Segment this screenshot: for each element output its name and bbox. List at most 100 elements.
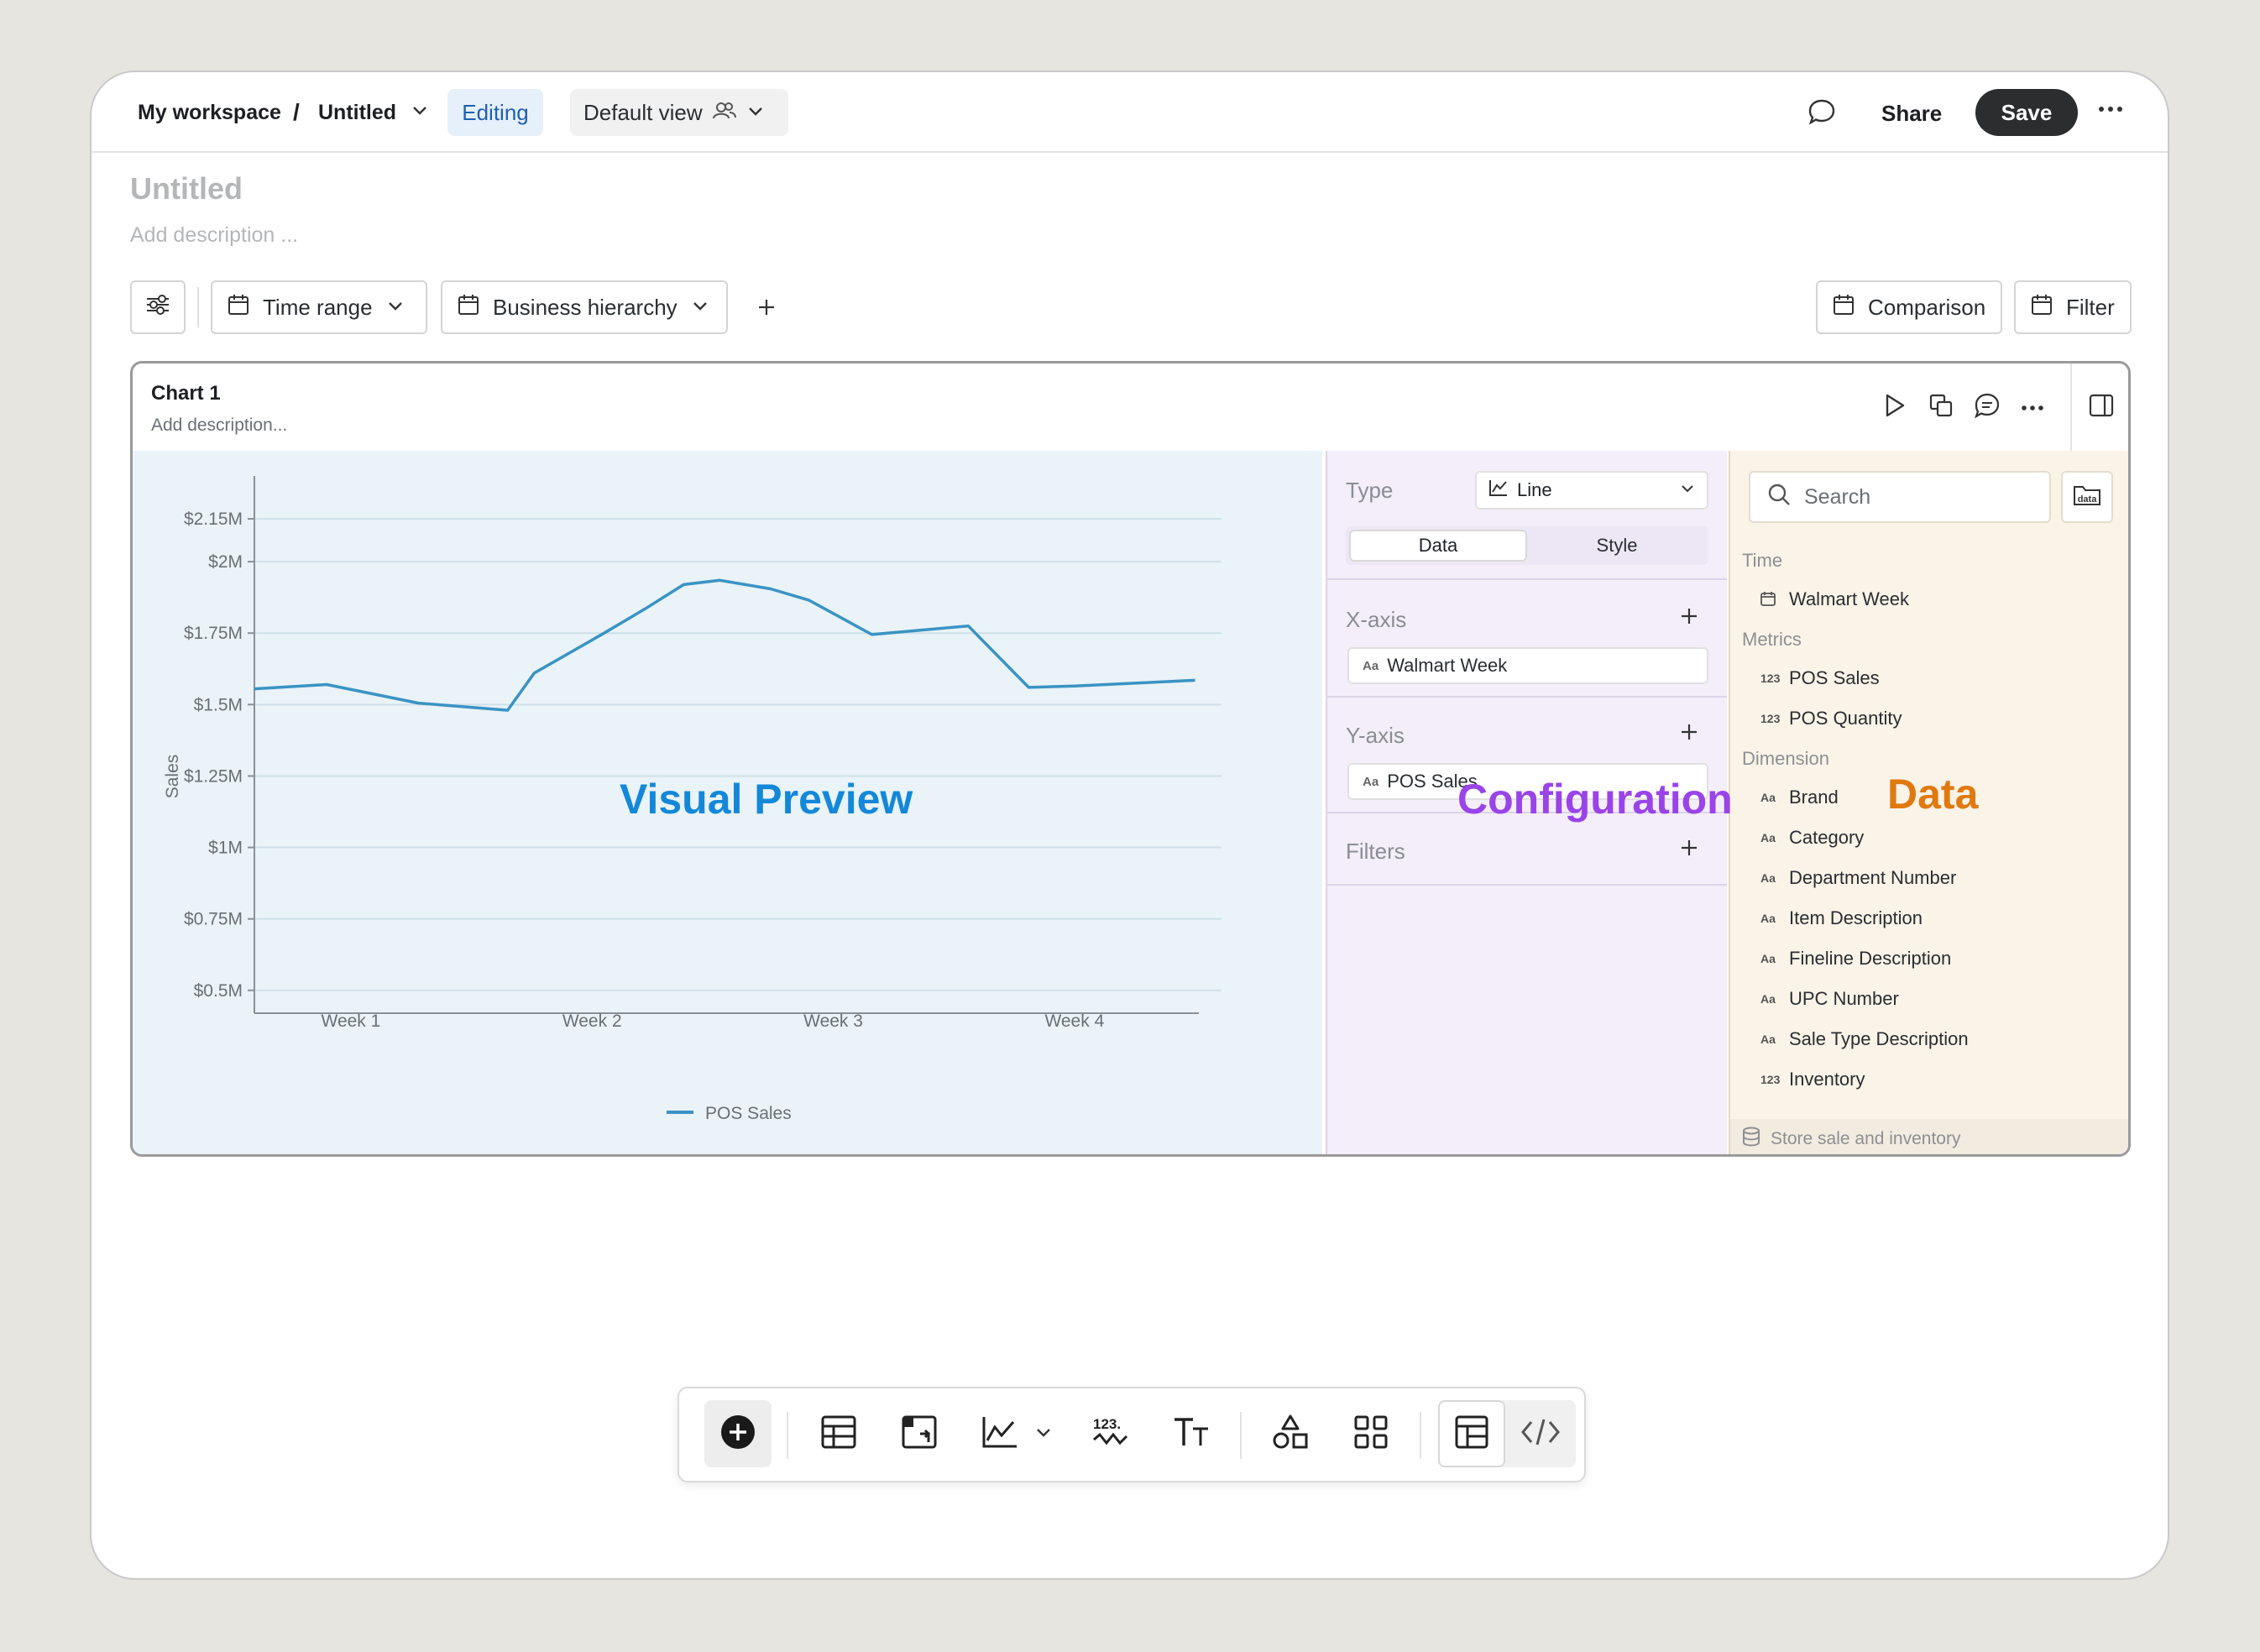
field-item[interactable]: Aa Category bbox=[1760, 827, 1864, 849]
filters-label: Filters bbox=[1346, 839, 1405, 864]
field-item[interactable]: 123 Inventory bbox=[1760, 1069, 1865, 1090]
chart-type-select[interactable]: Line bbox=[1475, 471, 1708, 510]
play-icon[interactable] bbox=[1884, 394, 1906, 421]
text-type-icon: Aa bbox=[1363, 658, 1379, 673]
search-placeholder: Search bbox=[1804, 484, 1871, 509]
text-type-icon: Aa bbox=[1760, 952, 1776, 965]
comparison-label: Comparison bbox=[1868, 294, 1986, 320]
line-chart-icon bbox=[981, 1415, 1018, 1453]
y-tick-label: $0.75M bbox=[184, 910, 243, 929]
table-icon bbox=[821, 1415, 856, 1453]
data-folder-icon: data bbox=[2073, 483, 2101, 512]
add-control-plus-icon[interactable] bbox=[756, 297, 777, 322]
breadcrumb-doc-title[interactable]: Untitled bbox=[318, 101, 396, 125]
search-field[interactable]: Search bbox=[1749, 471, 2051, 523]
data-source-footer[interactable]: Store sale and inventory bbox=[1730, 1119, 2128, 1154]
page-description[interactable]: Add description ... bbox=[130, 223, 298, 248]
table-button[interactable] bbox=[805, 1400, 872, 1467]
line-chart-button[interactable] bbox=[966, 1400, 1033, 1467]
add-filter-plus-icon[interactable] bbox=[1680, 839, 1698, 861]
breadcrumb-separator: / bbox=[293, 99, 300, 125]
chevron-down-icon[interactable] bbox=[411, 101, 429, 123]
shapes-button[interactable] bbox=[1257, 1400, 1324, 1467]
view-toggle-group bbox=[1438, 1400, 1576, 1467]
data-source-name: Store sale and inventory bbox=[1771, 1129, 1961, 1148]
field-group-title: Time bbox=[1742, 550, 1783, 571]
app-window: My workspace / Untitled Editing Default … bbox=[90, 71, 2169, 1580]
duplicate-icon[interactable] bbox=[1929, 394, 1953, 421]
share-button[interactable]: Share bbox=[1881, 101, 1942, 127]
chart-description[interactable]: Add description... bbox=[151, 416, 287, 436]
comparison-button[interactable]: Comparison bbox=[1816, 280, 2002, 334]
x-tick-label: Week 4 bbox=[1044, 1012, 1104, 1031]
field-item[interactable]: Aa Fineline Description bbox=[1760, 948, 1951, 970]
tab-data[interactable]: Data bbox=[1349, 530, 1527, 562]
field-item[interactable]: Walmart Week bbox=[1760, 588, 1909, 610]
visual-preview-overlay-label: Visual Preview bbox=[620, 776, 913, 823]
x-axis-field-name: Walmart Week bbox=[1387, 655, 1508, 676]
field-item[interactable]: Aa Item Description bbox=[1760, 907, 1923, 929]
chart-type-menu-button[interactable] bbox=[1027, 1400, 1060, 1467]
field-name: Department Number bbox=[1789, 867, 1957, 888]
field-item[interactable]: Aa UPC Number bbox=[1760, 988, 1899, 1010]
field-name: Item Description bbox=[1789, 907, 1923, 928]
more-icon[interactable] bbox=[2022, 400, 2043, 416]
add-x-axis-plus-icon[interactable] bbox=[1680, 607, 1698, 630]
field-item[interactable]: Aa Brand bbox=[1760, 787, 1839, 808]
layout-view-button[interactable] bbox=[1438, 1400, 1505, 1467]
editing-badge[interactable]: Editing bbox=[447, 89, 543, 136]
field-item[interactable]: 123 POS Sales bbox=[1760, 667, 1880, 689]
x-axis-label: X-axis bbox=[1346, 607, 1407, 632]
number-type-icon: 123 bbox=[1760, 712, 1781, 725]
field-item[interactable]: Aa Department Number bbox=[1760, 867, 1956, 889]
code-view-button[interactable] bbox=[1507, 1400, 1574, 1467]
chevron-down-icon bbox=[691, 295, 709, 321]
tab-style[interactable]: Style bbox=[1529, 530, 1705, 562]
chevron-down-icon bbox=[746, 100, 765, 126]
grid-button[interactable] bbox=[1337, 1400, 1405, 1467]
comment-icon[interactable] bbox=[1807, 97, 1836, 130]
y-tick-label: $1.75M bbox=[184, 624, 243, 643]
text-type-icon: Aa bbox=[1760, 912, 1776, 925]
x-axis-field[interactable]: Aa Walmart Week bbox=[1347, 647, 1708, 684]
calendar-icon bbox=[2031, 294, 2053, 322]
more-icon[interactable] bbox=[2098, 102, 2123, 118]
tab-bar: Data Style bbox=[1346, 526, 1708, 565]
code-icon bbox=[1521, 1418, 1560, 1451]
shapes-icon bbox=[1272, 1414, 1309, 1454]
y-tick-label: $1.5M bbox=[194, 695, 243, 714]
default-view-dropdown[interactable]: Default view bbox=[570, 89, 788, 136]
breadcrumb-workspace[interactable]: My workspace bbox=[138, 101, 281, 125]
chart-title[interactable]: Chart 1 bbox=[151, 382, 221, 405]
calendar-icon bbox=[228, 294, 249, 322]
field-name: POS Sales bbox=[1789, 667, 1880, 688]
field-item[interactable]: 123 POS Quantity bbox=[1760, 708, 1902, 729]
time-range-dropdown[interactable]: Time range bbox=[211, 280, 427, 334]
settings-button[interactable] bbox=[130, 280, 186, 334]
kpi-button[interactable]: 123. bbox=[1077, 1400, 1144, 1467]
divider bbox=[1327, 578, 1727, 580]
add-y-axis-plus-icon[interactable] bbox=[1680, 723, 1698, 745]
panel-toggle-icon[interactable] bbox=[2089, 394, 2114, 421]
page-title[interactable]: Untitled bbox=[130, 171, 243, 206]
divider bbox=[2070, 363, 2072, 451]
data-source-button[interactable]: data bbox=[2061, 471, 2113, 523]
pivot-table-button[interactable] bbox=[886, 1400, 953, 1467]
filter-button[interactable]: Filter bbox=[2014, 280, 2132, 334]
business-hierarchy-dropdown[interactable]: Business hierarchy bbox=[441, 280, 728, 334]
text-button[interactable] bbox=[1158, 1400, 1225, 1467]
comment-icon[interactable] bbox=[1975, 393, 2000, 422]
chevron-down-icon bbox=[1680, 479, 1695, 501]
add-element-button[interactable] bbox=[704, 1400, 772, 1467]
save-button[interactable]: Save bbox=[1975, 89, 2078, 136]
text-type-icon: Aa bbox=[1760, 871, 1776, 885]
field-name: Inventory bbox=[1789, 1069, 1865, 1090]
search-icon bbox=[1767, 483, 1791, 512]
grid-icon bbox=[1354, 1415, 1388, 1453]
text-type-icon: Aa bbox=[1760, 1032, 1776, 1046]
text-size-icon bbox=[1173, 1415, 1210, 1453]
sliders-icon bbox=[145, 294, 170, 322]
field-item[interactable]: Aa Sale Type Description bbox=[1760, 1028, 1969, 1050]
filter-label: Filter bbox=[2066, 294, 2115, 320]
plus-circle-icon bbox=[719, 1414, 756, 1455]
